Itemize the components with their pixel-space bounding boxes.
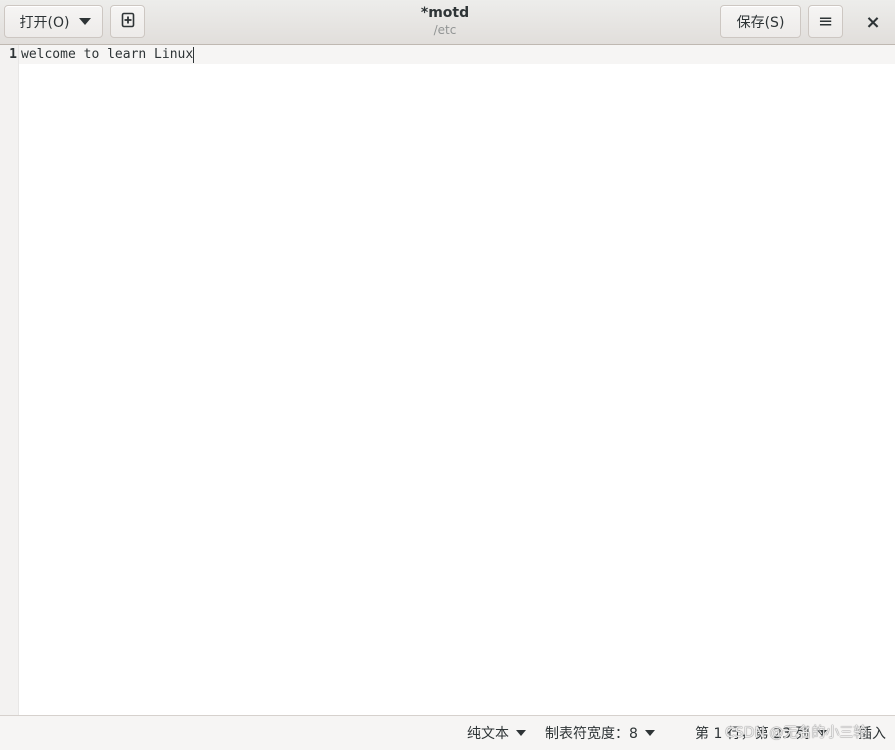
document-title: *motd <box>420 5 470 21</box>
header-bar: 打开(O) *motd /etc 保存(S) ≡ × <box>0 0 895 45</box>
close-window-button[interactable]: × <box>860 10 886 34</box>
watermark-text: CSDN @无名的小三轮 <box>725 725 868 741</box>
text-editor-window: 打开(O) *motd /etc 保存(S) ≡ × 1 welcome to … <box>0 0 895 750</box>
hamburger-menu-icon: ≡ <box>817 10 834 32</box>
new-document-button[interactable] <box>110 5 145 38</box>
chevron-down-icon <box>644 730 655 736</box>
open-button-label: 打开(O) <box>19 14 70 31</box>
chevron-down-icon <box>79 18 92 25</box>
line-number-gutter: 1 <box>0 45 19 715</box>
hamburger-menu-button[interactable]: ≡ <box>808 5 843 38</box>
text-editing-area[interactable]: welcome to learn Linux <box>21 47 195 63</box>
text-cursor <box>193 47 195 63</box>
text-line[interactable]: welcome to learn Linux <box>21 47 193 62</box>
new-document-icon <box>120 12 136 32</box>
save-button-label: 保存(S) <box>736 14 785 31</box>
chevron-down-icon <box>516 730 526 736</box>
open-button[interactable]: 打开(O) <box>4 5 103 38</box>
tab-width-label: 制表符宽度：8 <box>545 726 638 742</box>
save-button[interactable]: 保存(S) <box>720 5 801 38</box>
language-selector[interactable]: 纯文本 <box>467 723 526 743</box>
document-path: /etc <box>433 23 457 37</box>
tab-width-selector[interactable]: 制表符宽度：8 <box>545 723 655 743</box>
language-label: 纯文本 <box>467 726 509 742</box>
window-title-box: *motd /etc <box>345 4 545 38</box>
close-icon: × <box>865 11 881 33</box>
line-number: 1 <box>9 47 17 62</box>
